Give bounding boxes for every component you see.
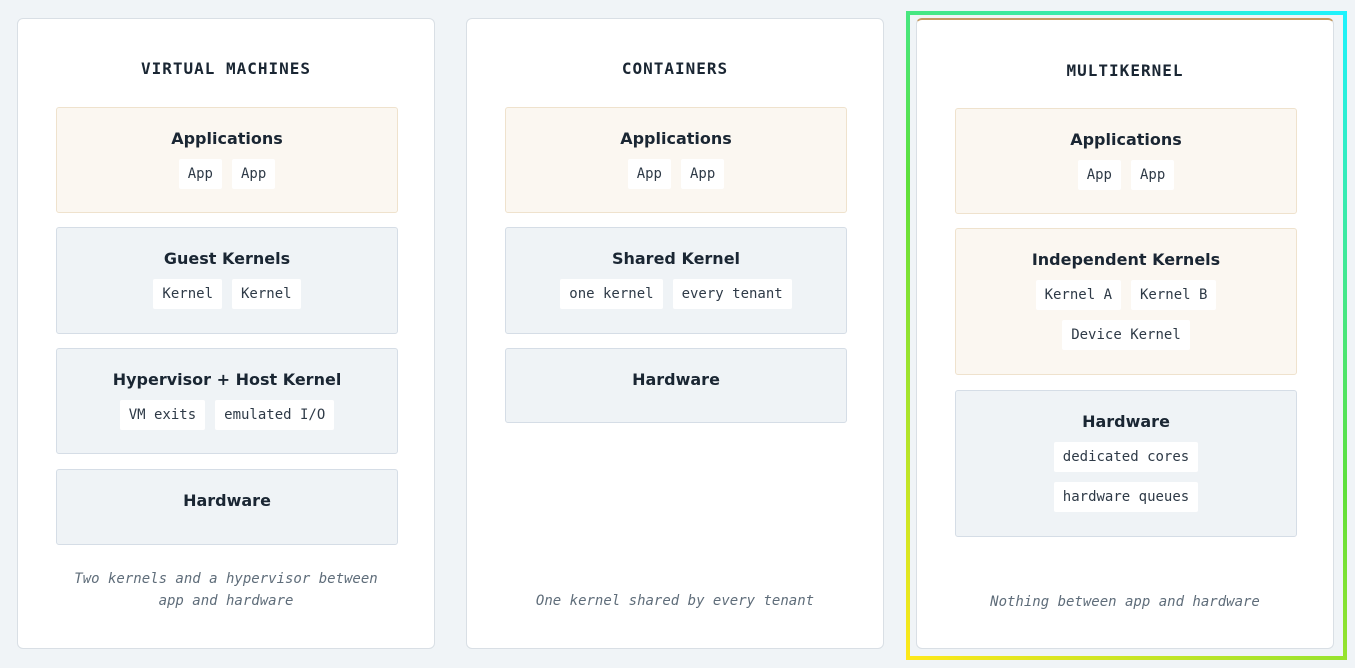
chip-one-kernel: one kernel (560, 279, 663, 309)
chip-app: App (232, 159, 276, 189)
column-virtual-machines: VIRTUAL MACHINES Applications App App Gu… (17, 18, 435, 649)
column-title: MULTIKERNEL (1066, 61, 1184, 80)
chip-kernel-a: Kernel A (1035, 280, 1121, 310)
column-title: CONTAINERS (621, 59, 729, 78)
layer-applications: Applications App App (955, 108, 1297, 214)
layer-guest-kernels: Guest Kernels Kernel Kernel (56, 227, 398, 334)
layer-applications: Applications App App (56, 107, 398, 213)
layer-title: Hardware (632, 370, 720, 389)
layer-hypervisor-host-kernel: Hypervisor + Host Kernel VM exits emulat… (56, 348, 398, 454)
layer-title: Hardware (183, 491, 271, 510)
layer-shared-kernel: Shared Kernel one kernel every tenant (505, 227, 847, 334)
column-caption: Nothing between app and hardware (990, 594, 1260, 610)
layer-title: Guest Kernels (163, 249, 291, 268)
column-caption: One kernel shared by every tenant (535, 593, 815, 609)
layer-title: Applications (171, 129, 283, 148)
layer-hardware: Hardware (505, 348, 847, 423)
chip-kernel-b: Kernel B (1131, 280, 1217, 310)
layer-title: Independent Kernels (1031, 250, 1221, 269)
layer-applications: Applications App App (505, 107, 847, 213)
column-title: VIRTUAL MACHINES (140, 59, 312, 78)
layer-title: Hardware (1082, 412, 1170, 431)
chip-app: App (178, 159, 222, 189)
chip-hardware-queues: hardware queues (1053, 482, 1199, 512)
chip-every-tenant: every tenant (672, 279, 792, 309)
layer-title: Applications (620, 129, 732, 148)
chip-emulated-io: emulated I/O (215, 400, 335, 430)
chip-kernel: Kernel (232, 279, 301, 309)
column-caption: Two kernels and a hypervisor between app… (74, 571, 378, 609)
chip-vm-exits: VM exits (119, 400, 206, 430)
chip-app: App (681, 159, 725, 189)
layer-title: Applications (1070, 130, 1182, 149)
chip-dedicated-cores: dedicated cores (1053, 442, 1199, 472)
layer-title: Shared Kernel (611, 249, 741, 268)
chip-app: App (627, 159, 671, 189)
layer-hardware: Hardware dedicated cores hardware queues (955, 390, 1297, 537)
layer-hardware: Hardware (56, 469, 398, 545)
chip-device-kernel: Device Kernel (1062, 320, 1190, 350)
column-containers: CONTAINERS Applications App App Shared K… (466, 18, 884, 649)
layer-independent-kernels: Independent Kernels Kernel A Kernel B De… (955, 228, 1297, 375)
column-multikernel: MULTIKERNEL Applications App App Indepen… (916, 18, 1334, 649)
chip-app: App (1077, 160, 1121, 190)
chip-kernel: Kernel (153, 279, 222, 309)
chip-app: App (1131, 160, 1175, 190)
layer-title: Hypervisor + Host Kernel (112, 370, 342, 389)
